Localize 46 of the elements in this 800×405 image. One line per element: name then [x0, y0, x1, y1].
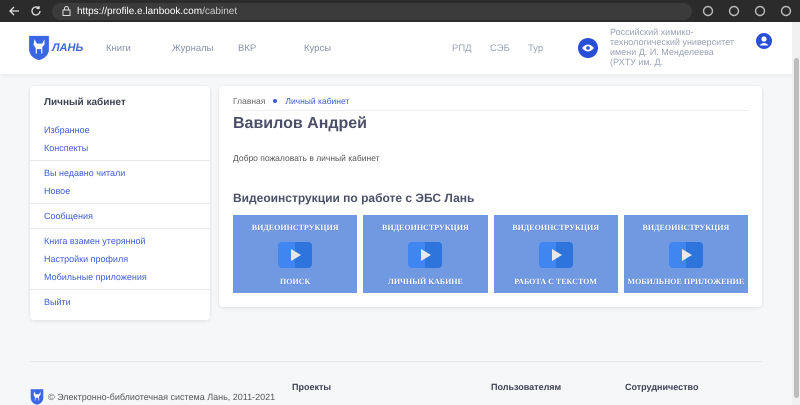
- footer-heading: Проекты: [292, 382, 332, 394]
- video-caption: ЛИЧНЫЙ КАБИНЕ: [388, 277, 463, 286]
- play-icon: [408, 242, 442, 268]
- nav-link[interactable]: ВКР: [238, 42, 304, 54]
- sidebar-link[interactable]: Настройки профиля: [30, 250, 210, 268]
- video-caption: ВИДЕОИНСТРУКЦИЯ: [382, 223, 469, 232]
- video-caption: ВИДЕОИНСТРУКЦИЯ: [642, 223, 730, 232]
- sidebar-link[interactable]: Конспекты: [30, 139, 210, 157]
- sidebar-link[interactable]: Книга взамен утерянной: [30, 232, 210, 250]
- play-icon: [538, 242, 573, 268]
- video-caption: ВИДЕОИНСТРУКЦИЯ: [252, 223, 338, 232]
- breadcrumb-link[interactable]: Главная: [233, 96, 266, 106]
- sidebar-link[interactable]: Выйти: [30, 293, 210, 311]
- page-title: Вавилов Андрей: [233, 115, 368, 133]
- sidebar-link[interactable]: Мобильные приложения: [30, 268, 210, 286]
- url-text: https://profile.e.lanbook.com/cabinet: [77, 6, 238, 16]
- section-title: Видеоинструкции по работе с ЭБС Лань: [233, 191, 476, 205]
- user-icon[interactable]: [756, 33, 772, 49]
- video-caption: ПОИСК: [280, 277, 310, 286]
- sidebar-link[interactable]: Вы недавно читали: [30, 164, 210, 182]
- breadcrumb-separator: [273, 99, 278, 103]
- back-icon[interactable]: [8, 5, 20, 17]
- logo-text: ЛАНЬ: [52, 42, 84, 54]
- lock-icon: [62, 6, 71, 16]
- organization-name: Российский химико-технологический университет имени Д. И. Менделеева (РХТУ им. Д.: [610, 27, 736, 69]
- nav-link[interactable]: Книги: [106, 42, 172, 54]
- reload-icon[interactable]: [30, 5, 42, 17]
- sidebar-link[interactable]: Избранное: [30, 121, 210, 139]
- nav-link[interactable]: Журналы: [172, 42, 238, 54]
- eye-icon[interactable]: [578, 38, 598, 58]
- video-caption: РАБОТА С ТЕКСТОМ: [514, 277, 597, 286]
- logo-icon: [28, 34, 50, 62]
- play-icon: [278, 242, 312, 268]
- sidebar-link[interactable]: Новое: [30, 182, 210, 200]
- sidebar-title: Личный кабинет: [43, 96, 127, 110]
- breadcrumb-link[interactable]: Личный кабинет: [285, 96, 350, 106]
- address-bar[interactable]: https://profile.e.lanbook.com/cabinet: [52, 2, 692, 20]
- footer-heading: Сотрудничество: [625, 382, 700, 394]
- sidebar-link[interactable]: Сообщения: [30, 207, 210, 225]
- video-caption: ВИДЕОИНСТРУКЦИЯ: [512, 223, 599, 232]
- footer-heading: Пользователям: [491, 382, 562, 394]
- welcome-text: Добро пожаловать в личный кабинет: [233, 153, 381, 163]
- nav-link[interactable]: Курсы: [304, 42, 370, 54]
- video-caption: МОБИЛЬНОЕ ПРИЛОЖЕНИЕ: [628, 277, 744, 286]
- play-icon: [668, 242, 703, 268]
- copyright-text: © Электронно-библиотечная система Лань, 2011-2021: [48, 392, 276, 402]
